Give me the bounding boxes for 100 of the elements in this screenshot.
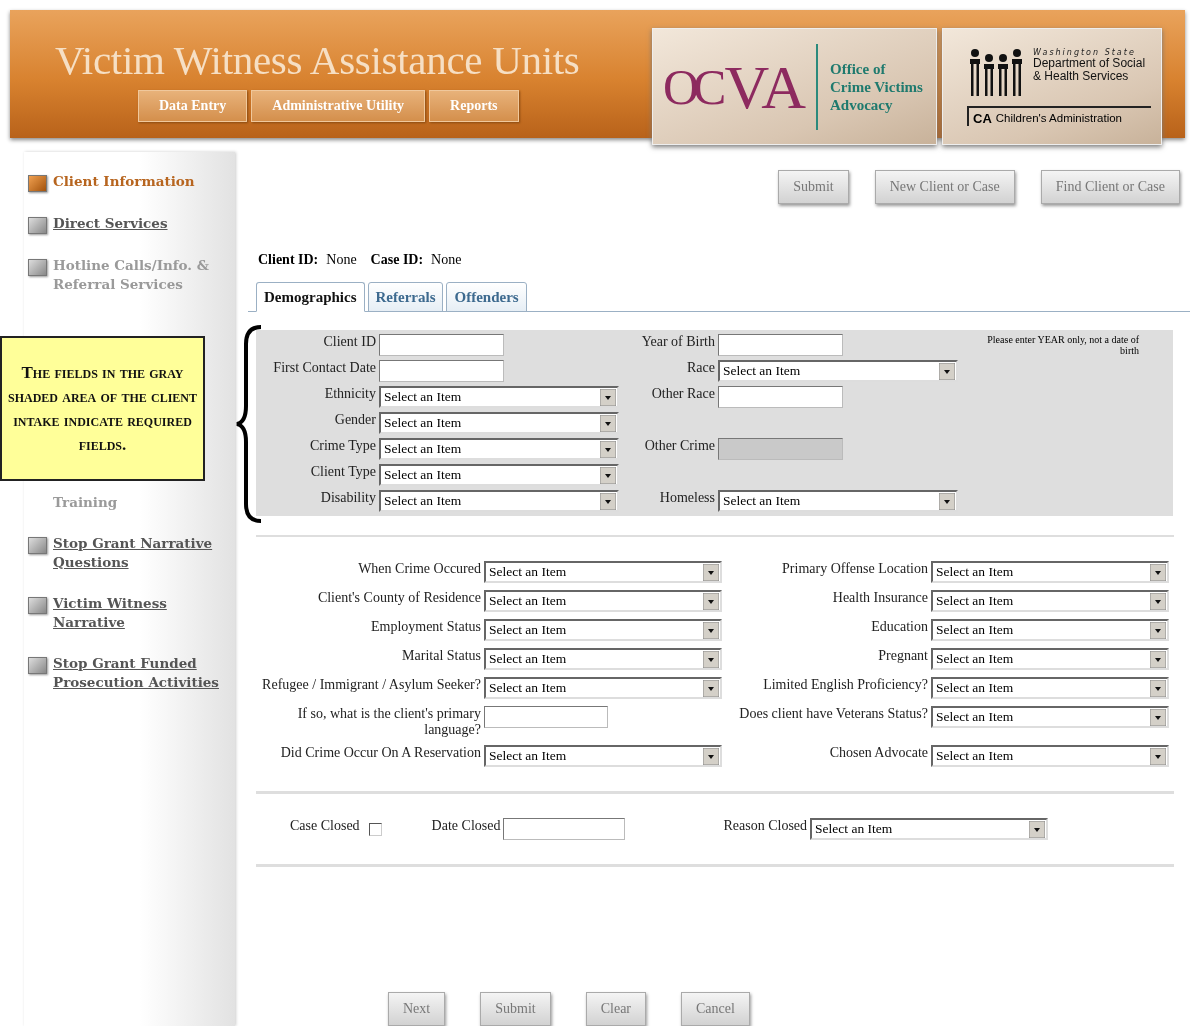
field-label: First Contact Date	[272, 360, 376, 377]
field-label: Employment Status	[369, 619, 481, 637]
field-label: Other Race	[650, 386, 715, 403]
dropdown-arrow-icon	[600, 440, 616, 458]
dropdown[interactable]: Select an Item	[484, 677, 722, 700]
app-title: Victim Witness Assistance Units	[55, 36, 581, 84]
dropdown-arrow-icon	[1150, 747, 1166, 765]
field-label: Chosen Advocate	[828, 745, 928, 763]
form-button[interactable]: Submit	[480, 992, 551, 1026]
dropdown[interactable]: Select an Item	[484, 648, 722, 671]
field-label: Disability	[319, 490, 376, 507]
dropdown-arrow-icon	[1150, 679, 1166, 697]
text-field[interactable]	[718, 334, 843, 356]
action-button[interactable]: Submit	[778, 170, 849, 204]
dropdown[interactable]: Select an Item	[931, 677, 1169, 700]
checkbox[interactable]	[368, 823, 382, 837]
dropdown[interactable]: Select an Item	[718, 360, 958, 382]
dropdown[interactable]: Select an Item	[931, 590, 1169, 613]
field-label: Client's County of Residence	[316, 590, 481, 608]
form-button[interactable]: Cancel	[681, 992, 750, 1026]
text-field[interactable]	[379, 334, 504, 356]
bullet-square-icon	[28, 175, 47, 192]
field-label: Education	[870, 619, 928, 637]
dropdown[interactable]: Select an Item	[718, 490, 958, 512]
field-label: Gender	[333, 412, 376, 429]
dropdown[interactable]: Select an Item	[379, 464, 619, 486]
field-label: Homeless	[658, 490, 715, 507]
field-label: Other Crime	[643, 438, 715, 455]
form-button[interactable]: Next	[388, 992, 446, 1026]
field-label: Marital Status	[401, 648, 481, 666]
field-label: Health Insurance	[831, 590, 928, 608]
dropdown[interactable]: Select an Item	[379, 412, 619, 434]
ocva-logo: OCVA Office of Crime Victims Advocacy	[652, 28, 937, 145]
bullet-square-icon	[28, 217, 47, 234]
info-label: Client ID:	[258, 252, 319, 268]
dropdown[interactable]: Select an Item	[379, 386, 619, 408]
dropdown-arrow-icon	[1029, 820, 1046, 838]
callout-text: The fields in the gray shaded area of the client intake indicate required fields.	[7, 361, 198, 456]
bullet-square-icon	[28, 259, 47, 276]
dropdown[interactable]: Select an Item	[931, 619, 1169, 642]
action-button[interactable]: Find Client or Case	[1040, 170, 1180, 204]
sidebar-link[interactable]: Stop Grant Funded Prosecution Activities	[53, 654, 221, 692]
field-label: Refugee / Immigrant / Asylum Seeker?	[261, 677, 481, 695]
dropdown-arrow-icon	[1150, 650, 1166, 668]
bullet-square-icon	[28, 537, 47, 554]
tab[interactable]: Demographics	[256, 282, 365, 312]
field-label: Does client have Veterans Status?	[738, 706, 928, 724]
dropdown-arrow-icon	[1150, 708, 1166, 726]
field-label: Pregnant	[877, 648, 928, 666]
field-label: Client Type	[309, 464, 376, 481]
sidebar-link[interactable]: Stop Grant Narrative Questions	[53, 534, 221, 572]
dropdown-arrow-icon	[939, 492, 955, 510]
sidebar-link[interactable]: Victim Witness Narrative	[53, 594, 221, 632]
text-field[interactable]	[718, 386, 843, 408]
dropdown-arrow-icon	[1150, 592, 1166, 610]
field-label: Limited English Proficiency?	[762, 677, 928, 695]
field-label: Race	[686, 360, 715, 377]
dropdown[interactable]: Select an Item	[931, 745, 1169, 768]
field-label: Ethnicity	[323, 386, 376, 403]
form-button[interactable]: Clear	[585, 992, 646, 1026]
dropdown[interactable]: Select an Item	[484, 745, 722, 768]
dropdown-arrow-icon	[600, 492, 616, 510]
dshs-logo: Washington State Department of Social & Health Services CA Children's Administration	[942, 28, 1162, 145]
tab[interactable]: Offenders	[446, 282, 527, 312]
dropdown[interactable]: Select an Item	[484, 561, 722, 584]
dropdown-arrow-icon	[703, 650, 719, 668]
dropdown-arrow-icon	[600, 414, 616, 432]
dropdown-arrow-icon	[939, 362, 955, 380]
text-field[interactable]	[503, 818, 626, 841]
field-label: Did Crime Occur On A Reservation	[279, 745, 481, 763]
field-label: Reason Closed	[723, 818, 808, 835]
bullet-square-icon	[28, 657, 47, 674]
dropdown[interactable]: Select an Item	[379, 438, 619, 460]
field-label: Client ID	[322, 334, 376, 351]
dropdown[interactable]: Select an Item	[931, 648, 1169, 671]
dropdown-arrow-icon	[703, 747, 719, 765]
dropdown[interactable]: Select an Item	[931, 561, 1169, 584]
action-button[interactable]: New Client or Case	[874, 170, 1015, 204]
dropdown-arrow-icon	[1150, 563, 1166, 581]
dropdown[interactable]: Select an Item	[484, 590, 722, 613]
info-label: Case ID:	[370, 252, 424, 268]
dropdown[interactable]: Select an Item	[379, 490, 619, 512]
field-label: If so, what is the client's primary language?	[296, 706, 481, 739]
bullet-square-icon	[28, 597, 47, 614]
field-label: Year of Birth	[640, 334, 715, 351]
dropdown[interactable]: Select an Item	[810, 818, 1049, 841]
field-label: Date Closed	[431, 818, 501, 835]
dropdown[interactable]: Select an Item	[484, 619, 722, 642]
dropdown-arrow-icon	[703, 563, 719, 581]
sidebar-link[interactable]: Client Information	[53, 172, 195, 191]
field-label: When Crime Occured	[357, 561, 481, 579]
tab[interactable]: Referrals	[367, 282, 444, 312]
text-field[interactable]	[379, 360, 504, 382]
dropdown-arrow-icon	[703, 592, 719, 610]
text-field[interactable]	[484, 706, 608, 729]
dropdown[interactable]: Select an Item	[931, 706, 1169, 729]
dropdown-arrow-icon	[600, 466, 616, 484]
info-value: None	[431, 252, 462, 268]
info-value: None	[326, 252, 357, 268]
sidebar-link[interactable]: Direct Services	[53, 214, 168, 233]
